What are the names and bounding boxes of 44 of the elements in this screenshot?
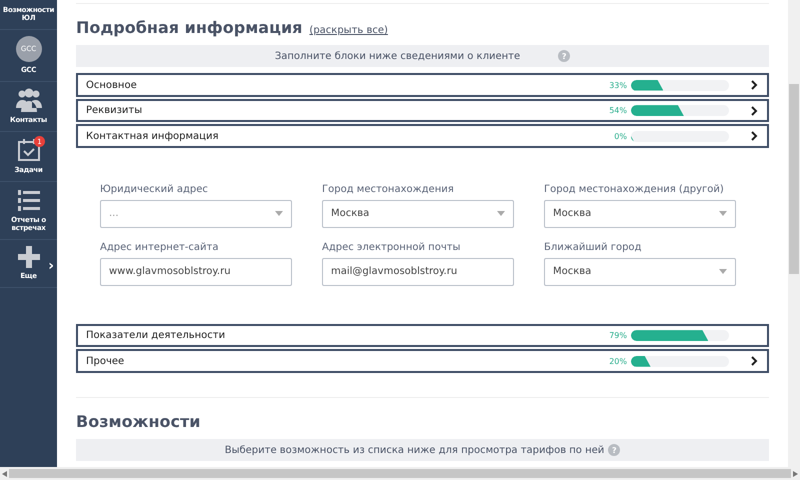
field-label: Ближайший город <box>544 242 642 253</box>
hint-text: Выберите возможность из списка ниже для просмотра тарифов по ней <box>224 444 604 456</box>
dropdown-caret-icon <box>719 211 727 216</box>
numbered-list-icon <box>16 188 40 212</box>
progress-percent: 79% <box>608 331 627 340</box>
dropdown-caret-icon <box>719 269 727 274</box>
section-name: Показатели деятельности <box>86 330 226 342</box>
field-label: Юридический адрес <box>100 184 209 195</box>
people-icon <box>16 88 42 112</box>
input-field[interactable]: www.glavmosoblstroy.ru <box>100 258 292 286</box>
section-row[interactable]: Основное 33% <box>76 73 769 97</box>
field-label: Адрес интернет-сайта <box>100 242 220 253</box>
vertical-scrollbar[interactable] <box>788 0 800 467</box>
expand-arrow: › <box>48 258 54 274</box>
progress-percent: 54% <box>608 106 627 116</box>
progress-percent: 33% <box>608 80 627 90</box>
section-title: Подробная информация <box>76 18 302 38</box>
horizontal-scrollbar[interactable] <box>0 467 800 480</box>
section-row[interactable]: Прочее 20% <box>76 349 769 373</box>
input-field[interactable]: mail@glavmosoblstroy.ru <box>322 258 514 286</box>
hint-text: Заполните блоки ниже сведениями о клиенте <box>274 50 520 62</box>
section-name: Реквизиты <box>86 105 144 116</box>
select-field[interactable]: Москва <box>544 258 736 286</box>
section-row[interactable]: Контактная информация 0% <box>76 124 769 148</box>
progress-percent: 20% <box>608 356 627 366</box>
dropdown-caret-icon <box>497 211 505 216</box>
section-name: Прочее <box>86 356 126 367</box>
section-name: Основное <box>86 80 138 91</box>
scroll-right-icon[interactable] <box>793 470 798 476</box>
section-name: Контактная информация <box>86 130 220 142</box>
field-label: Адрес электронной почты <box>322 242 462 253</box>
field-label: Город местонахождения (другой) <box>544 184 725 195</box>
field-label: Город местонахождения <box>322 184 455 195</box>
dropdown-caret-icon <box>275 211 283 216</box>
scroll-left-icon[interactable] <box>2 470 7 476</box>
progress-percent: 0% <box>613 132 627 141</box>
section-title: Возможности <box>76 412 200 431</box>
calendar-icon <box>16 138 40 162</box>
section-row[interactable]: Реквизиты 54% <box>76 98 769 122</box>
select-field[interactable]: Москва <box>544 200 736 228</box>
section-row[interactable]: Показатели деятельности 79% <box>76 324 769 348</box>
plus-icon <box>18 246 40 268</box>
select-field[interactable]: Москва <box>322 200 514 228</box>
expand-all-link[interactable]: (раскрыть все) <box>309 25 388 36</box>
